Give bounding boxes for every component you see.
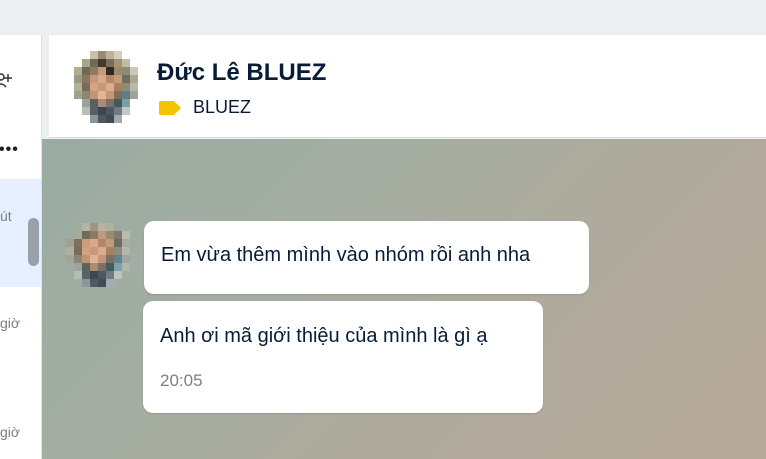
chat-header: Đức Lê BLUEZ BLUEZ xyxy=(49,35,766,138)
conversation-time: giờ xyxy=(0,315,21,331)
message-bubble[interactable]: Anh ơi mã giới thiệu của mình là gì ạ 20… xyxy=(143,301,543,413)
window-top-bar xyxy=(0,0,766,35)
tag-label: BLUEZ xyxy=(193,97,252,117)
message-area: Em vừa thêm mình vào nhóm rồi anh nha An… xyxy=(42,139,766,459)
more-options-icon[interactable]: ••• xyxy=(0,141,19,159)
conversation-time: giờ xyxy=(0,424,21,440)
sidebar-scrollbar[interactable] xyxy=(28,218,39,266)
contact-name: Đức Lê BLUEZ xyxy=(157,59,327,86)
message-time: 20:05 xyxy=(160,371,203,390)
message-text: Anh ơi mã giới thiệu của mình là gì ạ xyxy=(160,325,488,347)
message-text: Em vừa thêm mình vào nhóm rồi anh nha xyxy=(161,244,531,266)
conversation-sidebar: ••• út giờ giờ xyxy=(0,35,42,459)
contact-tag[interactable]: BLUEZ xyxy=(159,97,251,118)
sender-avatar[interactable] xyxy=(66,223,134,287)
message-bubble[interactable]: Em vừa thêm mình vào nhóm rồi anh nha xyxy=(144,221,589,294)
tag-icon xyxy=(159,100,181,115)
avatar[interactable] xyxy=(74,51,138,123)
add-friend-icon[interactable] xyxy=(0,69,12,95)
